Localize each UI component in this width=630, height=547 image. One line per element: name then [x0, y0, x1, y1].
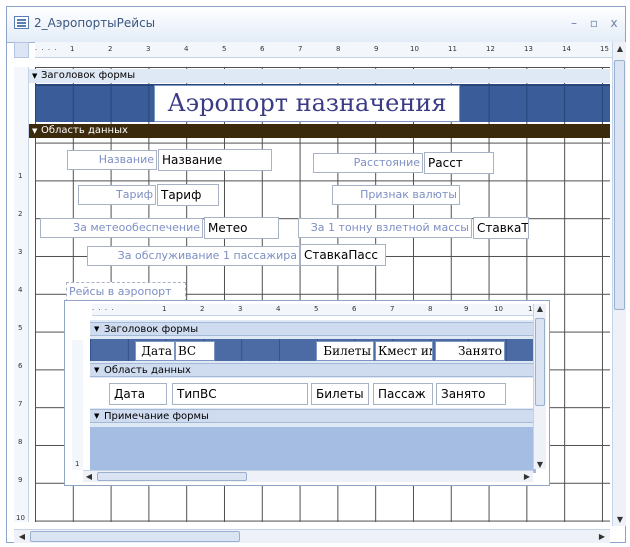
ruler-tick: 8: [336, 45, 341, 53]
scroll-left-arrow[interactable]: ◀: [16, 532, 28, 541]
name-label[interactable]: Название: [67, 150, 157, 170]
ruler-tick: 3: [18, 248, 23, 256]
ruler-tick: 4: [276, 305, 281, 313]
subform-header-seats[interactable]: Кмест им: [375, 341, 433, 361]
subform-header-occupied[interactable]: Занято: [435, 341, 505, 361]
ruler-tick: 6: [260, 45, 265, 53]
ruler-tick: 7: [18, 400, 23, 408]
subform-section-detail[interactable]: Область данных: [90, 363, 536, 377]
ruler-tick: 5: [18, 324, 23, 332]
ruler-tick: 4: [18, 286, 23, 294]
ruler-tick: 9: [374, 45, 379, 53]
section-bar-form-header[interactable]: Заголовок формы: [29, 69, 610, 83]
ruler-tick: 10: [410, 45, 419, 53]
subform-section-footer[interactable]: Примечание формы: [90, 409, 536, 423]
subform-vertical-scrollbar[interactable]: ▲ ▼: [533, 304, 546, 469]
ruler-tick: 4: [184, 45, 189, 53]
section-bar-detail[interactable]: Область данных: [29, 124, 610, 138]
restore-button[interactable]: ▫: [587, 15, 601, 31]
ruler-tick: 1: [75, 460, 80, 468]
scroll-up-arrow[interactable]: ▲: [534, 304, 546, 313]
distance-label[interactable]: Расстояние: [313, 153, 423, 173]
tariff-label[interactable]: Тариф: [78, 185, 156, 205]
meteo-field[interactable]: Метео: [204, 217, 279, 239]
scroll-right-arrow[interactable]: ▶: [596, 532, 608, 541]
ruler-tick: 5: [222, 45, 227, 53]
form-icon: [14, 16, 29, 29]
form-title-label[interactable]: Аэропорт назначения: [154, 85, 460, 122]
ruler-tick: 10: [16, 514, 25, 522]
ruler-tick: 8: [428, 305, 433, 313]
ruler-tick: 2: [18, 210, 23, 218]
name-field[interactable]: Название: [158, 149, 272, 171]
ruler-tick: 2: [108, 45, 113, 53]
ruler-tick: 6: [352, 305, 357, 313]
window-title: 2_АэропортыРейсы: [34, 16, 156, 30]
ruler-tick: 7: [390, 305, 395, 313]
subform-tickets-field[interactable]: Билеты: [311, 383, 369, 405]
scroll-left-arrow[interactable]: ◀: [83, 472, 95, 481]
currency-label[interactable]: Признак валюты: [332, 185, 460, 205]
scroll-right-arrow[interactable]: ▶: [521, 472, 533, 481]
subform-label[interactable]: Рейсы в аэропорт: [66, 282, 186, 302]
tariff-field[interactable]: Тариф: [157, 184, 219, 206]
ruler-tick: 11: [448, 45, 457, 53]
scroll-thumb[interactable]: [614, 60, 625, 310]
subform-horizontal-ruler[interactable]: · · · · 1 2 3 4 5 6 7 8 9 10 11: [92, 304, 536, 316]
minimize-button[interactable]: –: [567, 15, 581, 31]
ton-rate-label[interactable]: За 1 тонну взлетной массы: [298, 218, 472, 238]
scroll-thumb[interactable]: [97, 472, 247, 481]
subform-occupied-field[interactable]: Занято: [436, 383, 506, 405]
subform-header-aircraft[interactable]: ВС: [175, 341, 215, 361]
ruler-tick: 5: [314, 305, 319, 313]
ruler-tick: 2: [200, 305, 205, 313]
subform-flights[interactable]: · · · · 1 2 3 4 5 6 7 8 9 10 11 1 Заголо…: [64, 300, 550, 486]
subform-date-field[interactable]: Дата: [109, 383, 167, 405]
ruler-tick: 15: [600, 45, 609, 53]
ruler-tick: 7: [298, 45, 303, 53]
meteo-label[interactable]: За метеообеспечение: [40, 218, 203, 238]
ruler-tick: 1: [162, 305, 167, 313]
close-button[interactable]: x: [607, 15, 621, 31]
ruler-tick: 14: [562, 45, 571, 53]
scroll-down-arrow[interactable]: ▼: [534, 460, 546, 469]
ruler-tick: 1: [18, 172, 23, 180]
scroll-up-arrow[interactable]: ▲: [614, 44, 626, 53]
subform-vertical-ruler[interactable]: 1: [72, 340, 83, 470]
scroll-thumb[interactable]: [535, 318, 545, 406]
ton-rate-field[interactable]: СтавкаТо: [473, 217, 529, 239]
ruler-tick: 9: [464, 305, 469, 313]
subform-header-date[interactable]: Дата: [135, 341, 175, 361]
ruler-tick: 10: [494, 305, 503, 313]
ruler-tick: 9: [18, 476, 23, 484]
horizontal-scrollbar[interactable]: ◀ ▶: [14, 529, 610, 543]
ruler-tick: 3: [146, 45, 151, 53]
ruler-tick: 3: [238, 305, 243, 313]
scroll-thumb[interactable]: [30, 531, 240, 542]
vertical-ruler[interactable]: 1 2 3 4 5 6 7 8 9 10: [14, 67, 29, 522]
scroll-down-arrow[interactable]: ▼: [614, 515, 626, 524]
vertical-scrollbar[interactable]: ▲ ▼: [612, 42, 626, 526]
passenger-rate-field[interactable]: СтавкаПасс: [300, 244, 386, 266]
horizontal-ruler[interactable]: · · · · 1 2 3 4 5 6 7 8 9 10 11 12 13 14…: [35, 42, 615, 58]
subform-header-tickets[interactable]: Билеты: [316, 341, 374, 361]
ruler-tick: 1: [70, 45, 75, 53]
subform-passengers-field[interactable]: Пассаж: [373, 383, 433, 405]
subform-section-header[interactable]: Заголовок формы: [90, 322, 536, 336]
passenger-rate-label[interactable]: За обслуживание 1 пассажира: [87, 246, 300, 266]
ruler-tick: 12: [486, 45, 495, 53]
ruler-corner[interactable]: [14, 42, 29, 58]
title-bar: 2_АэропортыРейсы – ▫ x: [7, 7, 625, 43]
subform-horizontal-scrollbar[interactable]: ◀ ▶: [83, 470, 533, 482]
ruler-tick: 6: [18, 362, 23, 370]
distance-field[interactable]: Расст: [424, 152, 494, 174]
subform-footer-area[interactable]: [90, 427, 536, 473]
ruler-tick: 8: [18, 438, 23, 446]
ruler-tick: 13: [524, 45, 533, 53]
subform-aircraft-type-field[interactable]: ТипВС: [172, 383, 308, 405]
